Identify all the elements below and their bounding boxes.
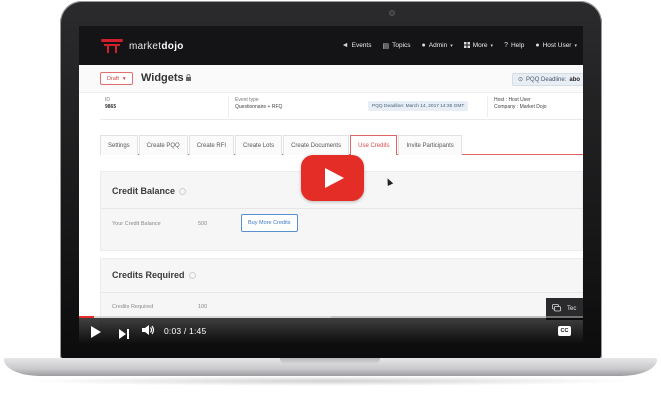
nav-topics[interactable]: ▤ Topics bbox=[382, 42, 410, 50]
host-info: Host : Host User Company : Market Dojo bbox=[494, 97, 547, 110]
laptop-notch bbox=[280, 358, 380, 364]
nav-help[interactable]: ? Help bbox=[504, 42, 524, 49]
pqq-deadline-chip: PQQ Deadline: March 14, 2017 14:35 GMT bbox=[368, 101, 469, 111]
video-time: 0:03 / 1:45 bbox=[164, 326, 207, 336]
event-info-row: ID 9865 Event type Questionnaire + RFQ P… bbox=[100, 93, 583, 120]
divider bbox=[101, 208, 583, 209]
tab-use-credits[interactable]: Use Credits bbox=[350, 135, 398, 155]
market-dojo-logo[interactable]: marketdojo bbox=[101, 39, 184, 53]
volume-icon[interactable] bbox=[141, 324, 155, 339]
document-icon: ▤ bbox=[382, 42, 390, 50]
page-title: Widgets bbox=[141, 72, 184, 84]
divider bbox=[228, 96, 229, 117]
play-icon bbox=[325, 168, 344, 188]
nav-events[interactable]: ◄ Events bbox=[342, 42, 372, 49]
tab-invite-participants[interactable]: Invite Participants bbox=[398, 135, 462, 155]
clock-icon: ⊙ bbox=[518, 77, 524, 83]
event-type: Event type Questionnaire + RFQ bbox=[235, 97, 283, 110]
nav-more[interactable]: More ▾ bbox=[463, 41, 494, 50]
webcam bbox=[389, 10, 395, 16]
divider bbox=[101, 292, 583, 293]
chevron-down-icon: ▾ bbox=[490, 42, 494, 49]
chevron-down-icon: ▾ bbox=[450, 42, 453, 49]
help-icon: ? bbox=[504, 42, 508, 49]
status-dropdown[interactable]: Draft ▾ bbox=[100, 72, 133, 85]
next-icon[interactable] bbox=[119, 326, 129, 344]
captions-button[interactable]: CC bbox=[558, 326, 571, 336]
grid-icon bbox=[463, 41, 470, 50]
logo-text: marketdojo bbox=[129, 40, 184, 52]
credit-balance-value: 500 bbox=[198, 221, 208, 227]
tab-create-pqq[interactable]: Create PQQ bbox=[138, 135, 188, 155]
video-player[interactable]: marketdojo ◄ Events ▤ Topics ● Admin ▾ M… bbox=[79, 26, 583, 344]
youtube-play-button[interactable] bbox=[301, 155, 364, 201]
chat-bubble-icon bbox=[552, 304, 561, 314]
tab-create-lots[interactable]: Create Lots bbox=[235, 135, 283, 155]
divider bbox=[487, 96, 488, 117]
event-id: ID 9865 bbox=[105, 97, 117, 110]
help-circle-icon[interactable] bbox=[179, 187, 187, 195]
chevron-down-icon: ▾ bbox=[122, 75, 126, 82]
credits-required-label: Credits Required bbox=[112, 304, 154, 310]
video-controls: 0:03 / 1:45 CC bbox=[79, 318, 583, 344]
megaphone-icon: ◄ bbox=[341, 42, 349, 49]
help-circle-icon[interactable] bbox=[188, 271, 196, 279]
deadline-badge: ⊙ PQQ Deadline: abo bbox=[512, 73, 583, 86]
event-tabs: Settings Create PQQ Create RFI Create Lo… bbox=[100, 135, 583, 155]
laptop-shadow bbox=[20, 376, 640, 386]
top-nav: ◄ Events ▤ Topics ● Admin ▾ More ▾ ? Hel… bbox=[342, 26, 577, 65]
dojo-gate-icon bbox=[101, 39, 123, 53]
play-icon[interactable] bbox=[91, 326, 101, 338]
user-icon: ● bbox=[535, 42, 540, 49]
panel-title: Credits Required bbox=[112, 270, 196, 280]
credit-balance-label: Your Credit Balance bbox=[112, 221, 161, 227]
tab-create-documents[interactable]: Create Documents bbox=[283, 135, 350, 155]
event-titlebar: Draft ▾ Widgets ⊙ PQQ Deadline: abo bbox=[79, 65, 583, 93]
chevron-down-icon: ▾ bbox=[574, 42, 577, 49]
nav-user-menu[interactable]: ● Host User ▾ bbox=[535, 42, 577, 49]
nav-admin[interactable]: ● Admin ▾ bbox=[422, 42, 453, 49]
app-header: marketdojo ◄ Events ▤ Topics ● Admin ▾ M… bbox=[79, 26, 583, 65]
buy-more-credits-button[interactable]: Buy More Credits bbox=[241, 214, 298, 232]
panel-title: Credit Balance bbox=[112, 186, 187, 196]
person-icon: ● bbox=[421, 42, 426, 49]
credits-required-value: 100 bbox=[198, 304, 208, 310]
lock-icon bbox=[186, 74, 191, 83]
tab-settings[interactable]: Settings bbox=[100, 135, 138, 155]
tab-create-rfi[interactable]: Create RFI bbox=[188, 135, 235, 155]
